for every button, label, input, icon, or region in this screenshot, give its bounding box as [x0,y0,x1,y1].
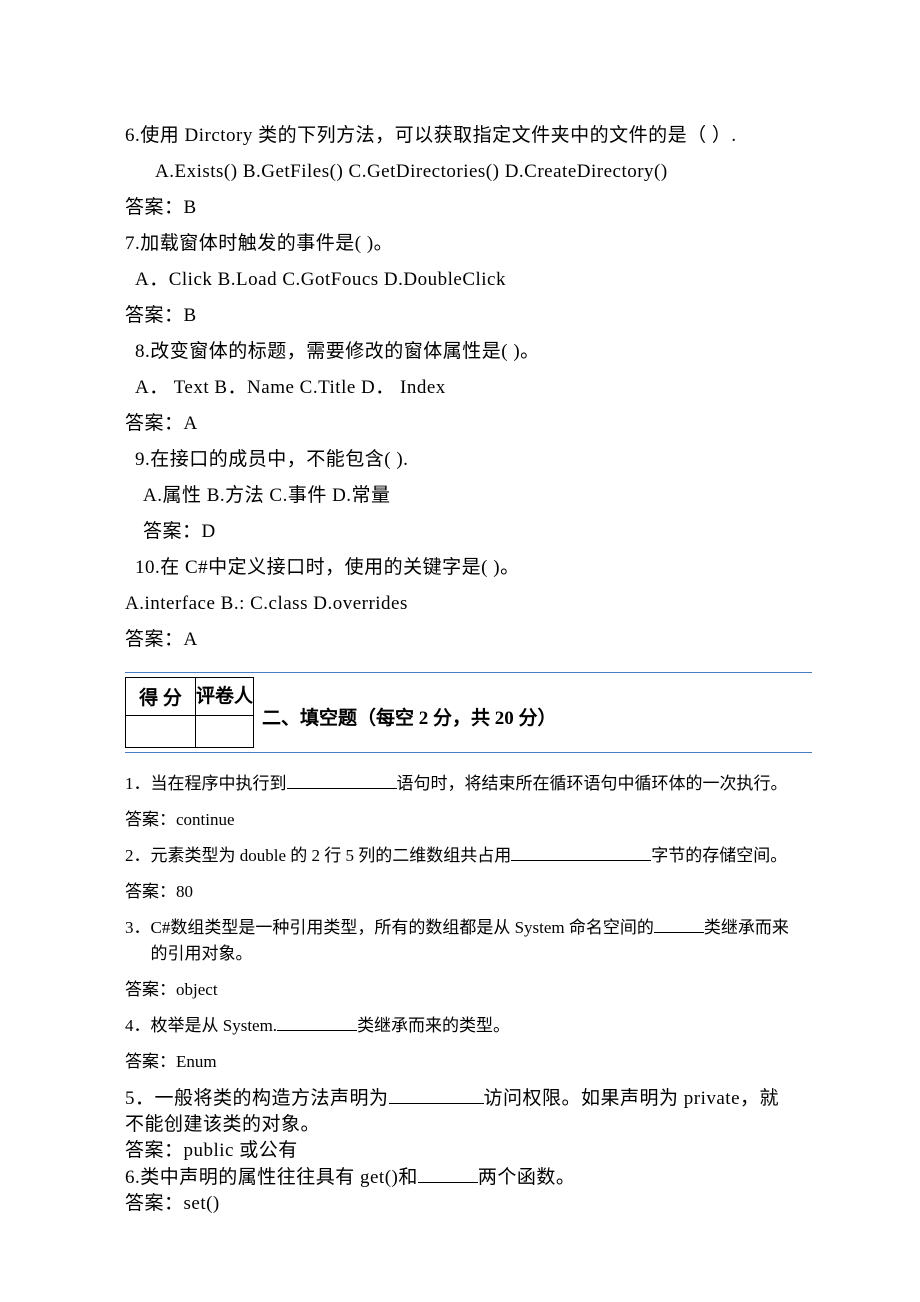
q9-answer: 答案：D [125,514,812,550]
fill-q6-pre: 6.类中声明的属性往往具有 get()和 [125,1167,418,1188]
fill-q3: 3． C#数组类型是一种引用类型，所有的数组都是从 System 命名空间的 类继… [125,915,812,967]
q7-answer: 答案：B [125,298,812,334]
q6-text: 6.使用 Dirctory 类的下列方法，可以获取指定文件夹中的文件的是（ ）. [125,118,812,154]
grader-cell [196,716,254,748]
q9-options: A.属性 B.方法 C.事件 D.常量 [125,478,812,514]
fill-q5: 5．一般将类的构造方法声明为 访问权限。如果声明为 private，就 不能创建该… [125,1085,812,1164]
fill-q2-post: 字节的存储空间。 [651,846,787,865]
score-table: 得 分 评卷人 [125,677,254,748]
blank-line [654,916,704,933]
section-2-header: 得 分 评卷人 二、填空题（每空 2 分，共 20 分） [125,672,812,753]
fill-q1: 1． 当在程序中执行到 语句时，将结束所在循环语句中循环体的一次执行。 [125,771,812,797]
fill-q2-pre: 元素类型为 double 的 2 行 5 列的二维数组共占用 [151,846,512,865]
fill-q5-line1b: 访问权限。如果声明为 private，就 [484,1088,780,1109]
q8-answer: 答案：A [125,406,812,442]
blank-line [277,1014,357,1031]
fill-blank-list: 1． 当在程序中执行到 语句时，将结束所在循环语句中循环体的一次执行。 答案：co… [125,771,812,1217]
fill-q3-pre: C#数组类型是一种引用类型，所有的数组都是从 System 命名空间的 [151,918,654,937]
q8-text: 8.改变窗体的标题，需要修改的窗体属性是( )。 [125,334,812,370]
q7-text: 7.加载窗体时触发的事件是( )。 [125,226,812,262]
fill-q3-post2: 的引用对象。 [151,944,253,963]
q8-options: A． Text B．Name C.Title D． Index [125,370,812,406]
blank-line [511,844,651,861]
fill-q2: 2． 元素类型为 double 的 2 行 5 列的二维数组共占用 字节的存储空间… [125,843,812,869]
fill-q6-answer: 答案：set() [125,1191,812,1217]
blank-line [418,1164,478,1183]
fill-q1-answer: 答案：continue [125,807,812,833]
fill-q4-num: 4． [125,1013,151,1039]
fill-q4-answer: 答案：Enum [125,1049,812,1075]
fill-q2-answer: 答案：80 [125,879,812,905]
grader-header: 评卷人 [196,678,254,716]
q9-text: 9.在接口的成员中，不能包含( ). [125,442,812,478]
q10-answer: 答案：A [125,622,812,658]
fill-q1-num: 1． [125,771,151,797]
q7-options: A．Click B.Load C.GotFoucs D.DoubleClick [125,262,812,298]
fill-q4-pre: 枚举是从 System. [151,1016,278,1035]
fill-q3-num: 3． [125,915,151,967]
q6-options: A.Exists() B.GetFiles() C.GetDirectories… [125,154,812,190]
fill-q5-line1a: 5．一般将类的构造方法声明为 [125,1088,389,1109]
blank-line [287,772,397,789]
score-header: 得 分 [126,678,196,716]
fill-q5-answer: 答案：public 或公有 [125,1138,812,1164]
fill-q4: 4． 枚举是从 System. 类继承而来的类型。 [125,1013,812,1039]
document-page: 6.使用 Dirctory 类的下列方法，可以获取指定文件夹中的文件的是（ ）.… [0,0,920,1277]
fill-q1-pre: 当在程序中执行到 [151,774,287,793]
fill-q2-num: 2． [125,843,151,869]
fill-q5-line2: 不能创建该类的对象。 [125,1112,812,1138]
fill-q4-post: 类继承而来的类型。 [357,1016,510,1035]
fill-q3-post1: 类继承而来 [704,918,789,937]
score-cell [126,716,196,748]
q6-answer: 答案：B [125,190,812,226]
blank-line [389,1085,484,1104]
fill-q1-post: 语句时，将结束所在循环语句中循环体的一次执行。 [397,774,788,793]
q10-options: A.interface B.: C.class D.overrides [125,586,812,622]
fill-q6: 6.类中声明的属性往往具有 get()和 两个函数。 答案：set() [125,1164,812,1217]
q10-text: 10.在 C#中定义接口时，使用的关键字是( )。 [125,550,812,586]
section-2-title: 二、填空题（每空 2 分，共 20 分） [254,703,557,748]
fill-q6-post: 两个函数。 [478,1167,576,1188]
fill-q3-answer: 答案：object [125,977,812,1003]
